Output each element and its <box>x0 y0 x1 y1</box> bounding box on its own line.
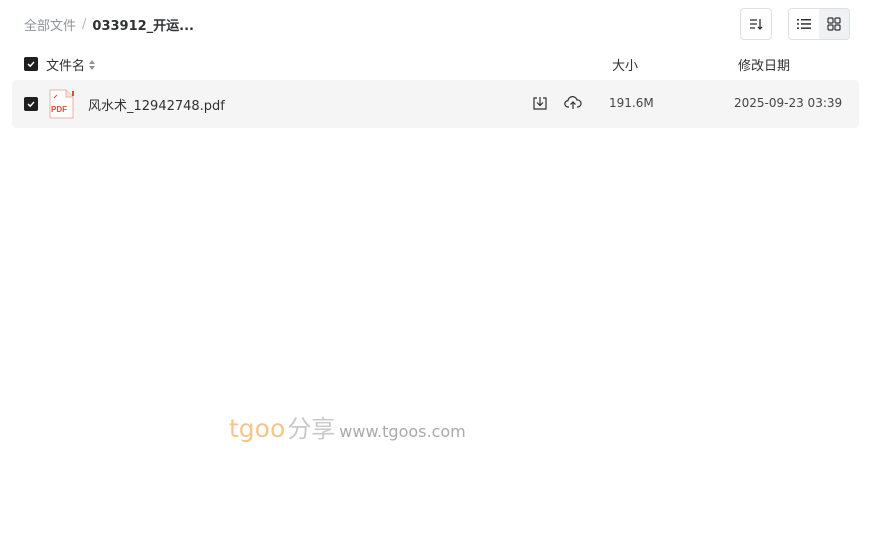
grid-view-button[interactable] <box>819 9 849 39</box>
sort-icon <box>750 19 763 30</box>
column-header-date[interactable]: 修改日期 <box>738 55 790 74</box>
breadcrumb-separator: / <box>82 16 87 32</box>
pdf-file-icon: PDF <box>48 89 74 123</box>
file-modified-date: 2025-09-23 03:39 <box>734 96 843 110</box>
list-view-icon <box>797 19 811 29</box>
save-to-cloud-button[interactable] <box>564 95 582 115</box>
breadcrumb-current: 033912_开运... <box>92 18 194 34</box>
column-header-name-label: 文件名 <box>46 59 86 74</box>
breadcrumb-root[interactable]: 全部文件 <box>24 15 76 34</box>
select-all-checkbox[interactable] <box>24 57 38 71</box>
file-browser: 全部文件 / 033912_开运... 文件名 大小 修改日期 PDF 风水术_… <box>0 0 874 538</box>
breadcrumb: 全部文件 / 033912_开运... <box>24 14 194 34</box>
table-header: 文件名 大小 修改日期 <box>24 54 854 74</box>
row-checkbox[interactable] <box>24 97 38 111</box>
check-icon <box>27 61 35 68</box>
sort-button[interactable] <box>740 8 772 40</box>
table-row[interactable]: PDF 风水术_12942748.pdf 191.6M 2025-09-23 0… <box>12 80 859 128</box>
watermark-url: www.tgoos.com <box>339 422 466 441</box>
download-button[interactable] <box>532 95 548 115</box>
grid-view-icon <box>827 17 841 31</box>
view-toggle <box>788 8 850 40</box>
pdf-type-label: PDF <box>51 105 67 114</box>
download-icon <box>533 97 547 110</box>
list-view-button[interactable] <box>789 9 819 39</box>
file-name[interactable]: 风水术_12942748.pdf <box>88 95 225 114</box>
cloud-save-icon <box>564 96 582 109</box>
file-size: 191.6M <box>609 96 654 110</box>
column-header-name[interactable]: 文件名 <box>46 55 96 74</box>
column-header-size[interactable]: 大小 <box>612 55 638 74</box>
watermark-share-text: 分享 <box>287 415 336 443</box>
sort-toggle-icon <box>89 59 96 70</box>
watermark: tgoo 分享 www.tgoos.com <box>229 409 466 444</box>
check-icon <box>27 101 35 108</box>
watermark-brand: tgoo <box>229 414 286 443</box>
